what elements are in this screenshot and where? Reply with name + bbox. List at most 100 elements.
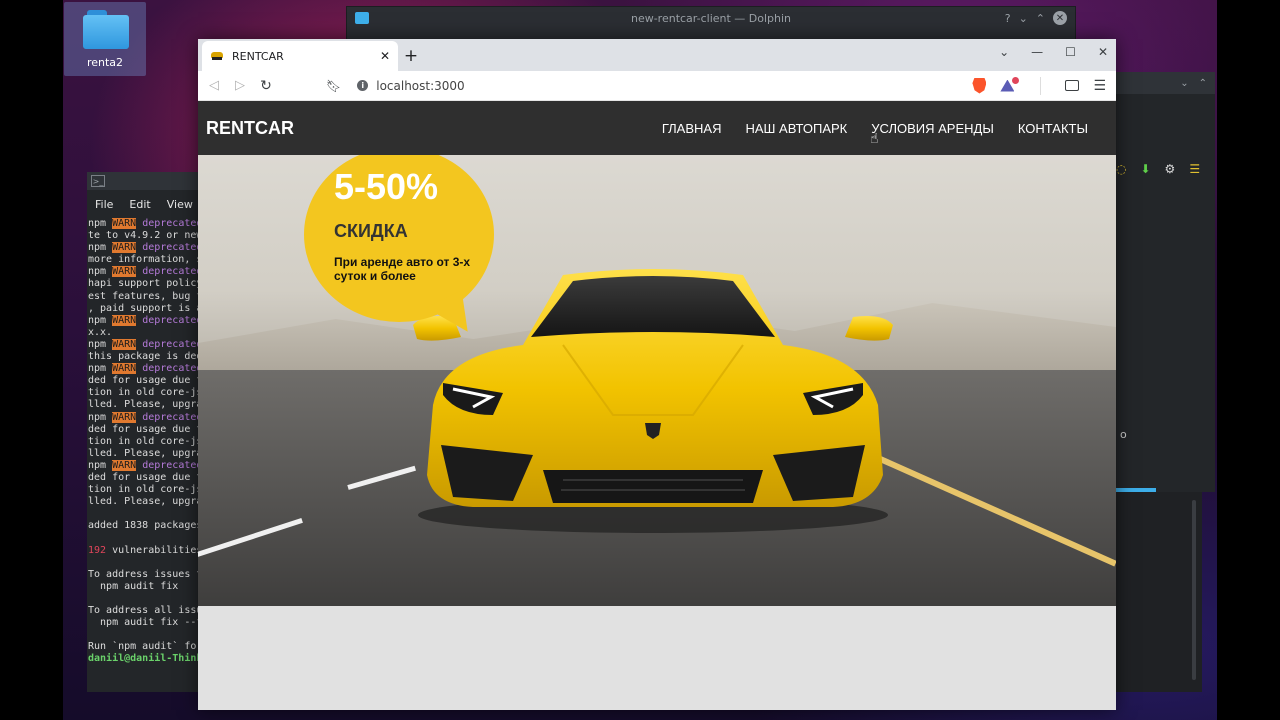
terminal-text: npm — [88, 266, 113, 278]
terminal-line: this package is ded — [88, 351, 207, 363]
terminal-line: 192 vulnerabilities — [88, 545, 207, 557]
dolphin-title: new-rentcar-client — Dolphin — [630, 11, 792, 25]
terminal-text: deprecated — [136, 459, 203, 471]
letterbox-right — [1217, 0, 1280, 720]
terminal-line — [88, 532, 207, 544]
dolphin-app-icon — [355, 12, 369, 24]
terminal-text: Run `npm audit` for — [88, 641, 203, 653]
site-header: RENTCAR ГЛАВНАЯ НАШ АВТОПАРК УСЛОВИЯ АРЕ… — [198, 101, 1116, 155]
terminal-line: lled. Please, upgra — [88, 399, 207, 411]
terminal-line: tion in old core-js — [88, 484, 207, 496]
maximize-icon[interactable]: ☐ — [1065, 45, 1076, 59]
chevron-down-icon[interactable]: ⌄ — [999, 45, 1009, 59]
nav-link-home[interactable]: ГЛАВНАЯ — [662, 121, 722, 136]
info-icon[interactable]: i — [357, 80, 369, 91]
address-bar[interactable]: i localhost:3000 — [355, 74, 958, 98]
terminal-line: lled. Please, upgra — [88, 496, 207, 508]
terminal-text: npm — [88, 459, 113, 471]
terminal-text: deprecated — [136, 242, 203, 254]
terminal-window[interactable]: >_ File Edit View npm WARN deprecated te to… — [87, 172, 207, 692]
terminal-text: lled. Please, upgra — [88, 399, 203, 411]
terminal-line: tion in old core-js — [88, 436, 207, 448]
browser-window[interactable]: RENTCAR ✕ + ⌄ — ☐ ✕ ◁ ▷ ↻ 🔖︎ i localhost… — [198, 39, 1116, 710]
terminal-text: deprecated — [136, 338, 203, 350]
gear-icon[interactable]: ⚙ — [1165, 162, 1176, 176]
close-icon[interactable]: ✕ — [1053, 11, 1067, 25]
minimize-icon[interactable]: — — [1031, 45, 1043, 59]
terminal-line: ded for usage due t — [88, 375, 207, 387]
terminal-line: npm WARN deprecated — [88, 363, 207, 375]
chevron-up-icon[interactable]: ⌃ — [1199, 78, 1207, 89]
terminal-text: npm — [88, 338, 113, 350]
terminal-text: WARN — [112, 266, 137, 278]
terminal-line: daniil@daniil-Think — [88, 653, 207, 665]
terminal-text: lled. Please, upgra — [88, 447, 203, 459]
help-icon[interactable]: ? — [1005, 12, 1011, 25]
terminal-line: npm WARN deprecated — [88, 411, 207, 424]
tab-title: RENTCAR — [232, 49, 284, 63]
terminal-output: npm WARN deprecated te to v4.9.2 or newe n… — [87, 216, 207, 665]
site-logo[interactable]: RENTCAR — [206, 118, 294, 139]
back-button[interactable]: ◁ — [208, 78, 220, 93]
terminal-text: this package is ded — [88, 351, 203, 363]
background-text: o — [1120, 428, 1127, 441]
brave-shields-icon[interactable] — [972, 77, 987, 94]
terminal-line: , paid support is a — [88, 303, 207, 315]
menu-icon[interactable]: ☰ — [1189, 162, 1200, 176]
terminal-menubar: File Edit View — [87, 190, 207, 216]
terminal-text: npm — [88, 363, 113, 375]
terminal-text: more information, se — [88, 254, 207, 266]
browser-toolbar: ◁ ▷ ↻ 🔖︎ i localhost:3000 ☰ — [198, 71, 1116, 101]
close-window-icon[interactable]: ✕ — [1098, 45, 1108, 59]
nav-link-fleet[interactable]: НАШ АВТОПАРК — [745, 121, 847, 136]
shield-icon[interactable]: ◌ — [1116, 162, 1126, 176]
tab-strip: RENTCAR ✕ + ⌄ — ☐ ✕ — [198, 39, 1116, 71]
tab-rentcar[interactable]: RENTCAR ✕ — [202, 41, 398, 71]
reload-button[interactable]: ↻ — [260, 78, 272, 94]
scrollbar[interactable] — [1192, 500, 1196, 680]
wallet-icon[interactable] — [1065, 80, 1080, 91]
brave-rewards-icon[interactable] — [1000, 75, 1021, 94]
nav-link-contacts[interactable]: КОНТАКТЫ — [1018, 121, 1088, 136]
hamburger-menu-icon[interactable]: ☰ — [1093, 78, 1106, 94]
terminal-text: npm — [88, 411, 113, 423]
terminal-line — [88, 557, 207, 569]
dolphin-titlebar[interactable]: new-rentcar-client — Dolphin ? ⌄ ⌃ ✕ — [347, 7, 1075, 29]
terminal-menu-item[interactable]: View — [167, 198, 193, 216]
chevron-down-icon[interactable]: ⌄ — [1019, 12, 1028, 25]
terminal-text: To address issues t — [88, 568, 203, 580]
close-tab-icon[interactable]: ✕ — [380, 49, 390, 63]
chevron-down-icon[interactable]: ⌄ — [1180, 78, 1188, 89]
terminal-text: deprecated — [136, 218, 203, 229]
terminal-line: npm audit fix — [88, 581, 207, 593]
new-tab-button[interactable]: + — [398, 41, 424, 71]
desktop-folder-renta2[interactable]: renta2 — [64, 2, 146, 76]
desktop-folder-label: renta2 — [86, 56, 124, 69]
terminal-text: deprecated — [136, 266, 203, 278]
terminal-line: npm audit fix --fo — [88, 617, 207, 629]
download-icon[interactable]: ⬇ — [1140, 162, 1150, 176]
terminal-menu-item[interactable]: File — [95, 198, 113, 216]
forward-button[interactable]: ▷ — [234, 78, 246, 93]
hand-cursor-icon: ☝ — [870, 131, 879, 147]
terminal-line: ded for usage due t — [88, 424, 207, 436]
terminal-menu-item[interactable]: Edit — [129, 198, 150, 216]
background-app-window[interactable]: ⌄ ⌃ ◌ ⬇ ⚙ ☰ o — [1110, 72, 1215, 492]
terminal-text: deprecated — [136, 411, 203, 423]
terminal-line: npm WARN deprecated — [88, 242, 207, 254]
bookmark-icon[interactable]: 🔖︎ — [326, 79, 341, 93]
terminal-text: tion in old core-js — [88, 484, 203, 496]
nav-link-rental-terms[interactable]: УСЛОВИЯ АРЕНДЫ — [871, 121, 994, 136]
terminal-line: To address issues t — [88, 569, 207, 581]
terminal-line: more information, se — [88, 254, 207, 266]
chevron-up-icon[interactable]: ⌃ — [1036, 12, 1045, 25]
terminal-line: npm WARN deprecated — [88, 314, 207, 327]
terminal-line: hapi support policy — [88, 278, 207, 290]
terminal-text: tion in old core-js — [88, 435, 203, 447]
terminal-line: To address all issue — [88, 605, 207, 617]
letterbox-left — [0, 0, 63, 720]
